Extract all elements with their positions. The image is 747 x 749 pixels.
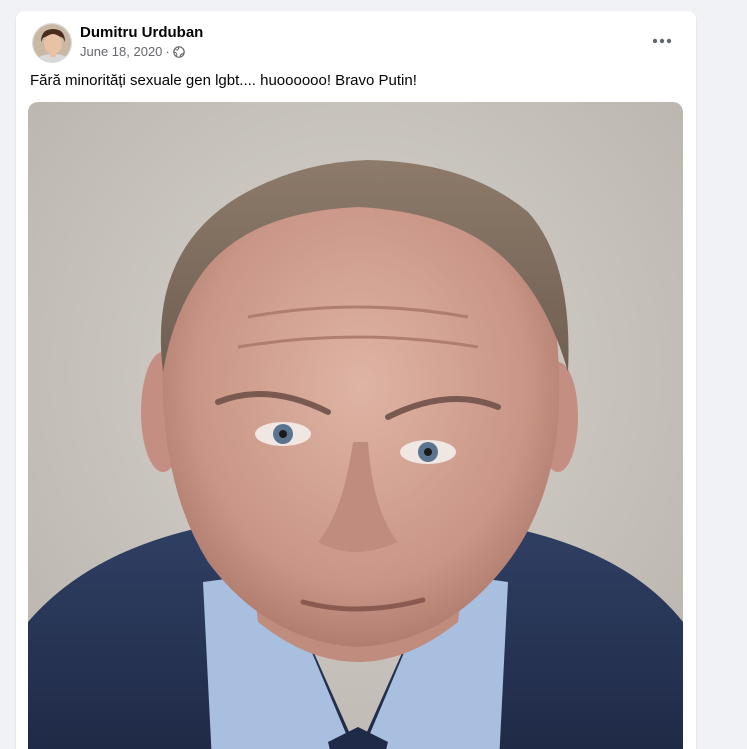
- post-text: Fără minorități sexuale gen lgbt.... huo…: [30, 72, 417, 89]
- post-photo[interactable]: [28, 102, 683, 749]
- post-card: Dumitru Urduban June 18, 2020 · Fără min…: [16, 11, 696, 749]
- more-options-icon: [652, 38, 672, 44]
- post-meta: June 18, 2020 ·: [80, 44, 185, 59]
- author-name-link[interactable]: Dumitru Urduban: [80, 24, 203, 41]
- author-avatar[interactable]: [32, 23, 72, 63]
- meta-separator: ·: [165, 44, 170, 59]
- feed-page: Dumitru Urduban June 18, 2020 · Fără min…: [0, 0, 747, 749]
- more-options-button[interactable]: [644, 25, 680, 57]
- post-date-link[interactable]: June 18, 2020: [80, 44, 162, 59]
- globe-icon[interactable]: [172, 45, 185, 58]
